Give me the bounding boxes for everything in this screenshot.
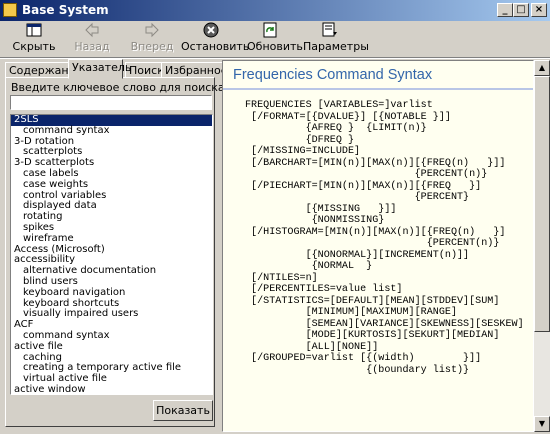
scroll-thumb[interactable] [534,76,550,332]
close-button[interactable]: × [531,3,547,17]
list-item[interactable]: active window [11,384,212,394]
hide-button[interactable]: Скрыть [12,22,56,56]
list-item[interactable]: command syntax [11,125,212,137]
index-list[interactable]: 2SLS command syntax 3-D rotation scatter… [10,114,213,395]
tab-index[interactable]: Указатель [68,59,131,79]
title-divider [223,88,533,90]
options-icon [322,22,337,37]
stop-button[interactable]: Остановить [181,22,249,56]
show-button[interactable]: Показать [153,400,213,421]
list-item[interactable]: active file [11,341,212,353]
page-title: Frequencies Command Syntax [233,67,433,83]
keyword-input[interactable] [10,95,212,110]
forward-arrow-icon [145,22,159,38]
app-icon [3,3,17,17]
forward-button[interactable]: Вперед [130,22,174,56]
maximize-button[interactable]: □ [513,3,529,17]
list-item[interactable]: case weights [11,179,212,191]
scroll-down-icon[interactable]: ▼ [534,416,550,432]
scroll-up-icon[interactable]: ▲ [534,60,550,76]
refresh-icon [263,22,277,38]
hide-pane-icon [26,23,42,37]
back-arrow-icon [85,22,99,38]
list-item[interactable]: keyboard navigation [11,287,212,299]
vertical-scrollbar[interactable]: ▲ ▼ [534,60,550,432]
syntax-block: FREQUENCIES [VARIABLES=]varlist [/FORMAT… [245,100,524,376]
list-item[interactable]: wireframe [11,233,212,245]
keyword-label: Введите ключевое слово для поиска: [11,81,229,94]
back-button[interactable]: Назад [72,22,112,56]
minimize-button[interactable]: _ [497,3,513,17]
stop-icon [203,22,219,38]
toolbar: Скрыть Назад Вперед Остановить Обновить … [0,21,550,57]
options-button[interactable]: Параметры [303,22,369,56]
list-item[interactable]: visually impaired users [11,309,212,320]
content-pane: Frequencies Command Syntax FREQUENCIES [… [222,60,534,432]
refresh-button[interactable]: Обновить [247,22,303,56]
window-title: Base System [22,3,109,17]
